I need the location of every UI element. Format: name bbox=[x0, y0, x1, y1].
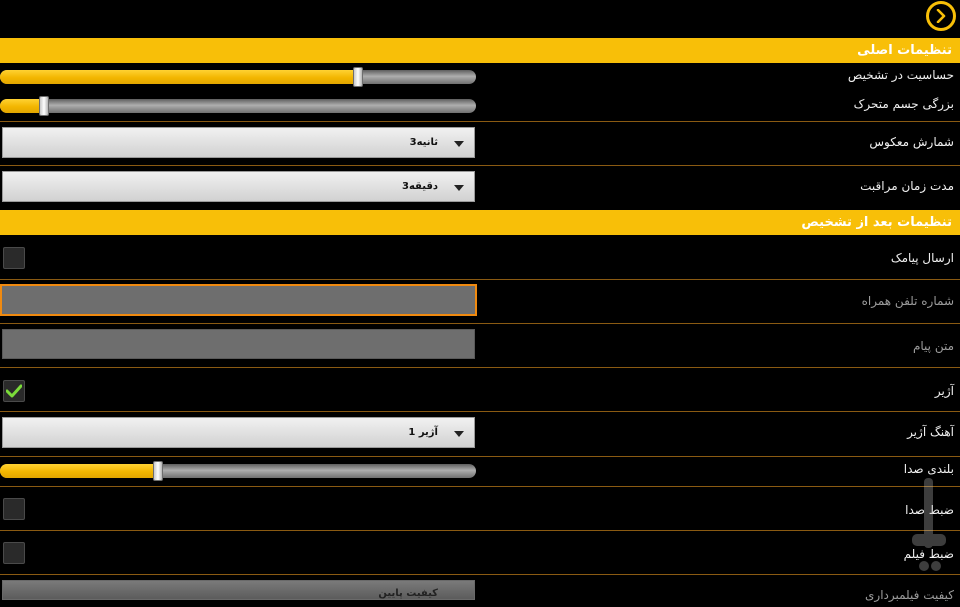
sensitivity-label: حساسیت در تشخیص bbox=[847, 68, 954, 82]
divider bbox=[0, 574, 960, 575]
guard-duration-value: 3دقیقه bbox=[402, 181, 438, 192]
store-logo-icon bbox=[912, 478, 946, 571]
divider bbox=[0, 411, 960, 412]
dropdown-arrow-icon bbox=[454, 431, 464, 437]
slider-thumb[interactable] bbox=[353, 67, 363, 87]
guard-duration-select[interactable]: 3دقیقه bbox=[2, 171, 475, 202]
divider bbox=[0, 367, 960, 368]
divider bbox=[0, 456, 960, 457]
video-quality-value: کیفیت پایین bbox=[378, 588, 438, 599]
message-text-label: متن پیام bbox=[912, 339, 954, 353]
video-quality-select[interactable]: کیفیت پایین bbox=[2, 580, 475, 600]
guard-duration-label: مدت زمان مراقبت bbox=[860, 179, 954, 193]
sensitivity-slider[interactable] bbox=[0, 67, 476, 87]
siren-label: آژیر bbox=[934, 384, 954, 398]
countdown-label: شمارش معکوس bbox=[869, 135, 954, 149]
phone-number-field[interactable] bbox=[0, 284, 477, 316]
object-size-label: بزرگی جسم متحرک bbox=[853, 97, 954, 111]
record-video-checkbox[interactable] bbox=[3, 542, 25, 564]
phone-number-label: شماره تلفن همراه bbox=[861, 294, 954, 308]
volume-slider[interactable] bbox=[0, 461, 476, 481]
send-sms-label: ارسال پیامک bbox=[890, 251, 954, 265]
checkmark-icon bbox=[6, 384, 22, 398]
countdown-value: 3ثانیه bbox=[409, 137, 438, 148]
record-audio-checkbox[interactable] bbox=[3, 498, 25, 520]
divider bbox=[0, 165, 960, 166]
slider-thumb[interactable] bbox=[39, 96, 49, 116]
slider-thumb[interactable] bbox=[153, 461, 163, 481]
top-bar bbox=[0, 0, 960, 38]
divider bbox=[0, 279, 960, 280]
chevron-right-icon bbox=[936, 9, 946, 23]
siren-tone-label: آهنگ آژیر bbox=[907, 425, 954, 439]
section-header-main: تنظیمات اصلی bbox=[0, 38, 960, 63]
phone-number-input[interactable] bbox=[2, 286, 475, 314]
send-sms-checkbox[interactable] bbox=[3, 247, 25, 269]
siren-tone-select[interactable]: آژیر 1 bbox=[2, 417, 475, 448]
back-button[interactable] bbox=[926, 1, 956, 31]
divider bbox=[0, 486, 960, 487]
divider bbox=[0, 323, 960, 324]
section-header-after-detection: تنظیمات بعد از تشخیص bbox=[0, 210, 960, 235]
divider bbox=[0, 530, 960, 531]
dropdown-arrow-icon bbox=[454, 141, 464, 147]
object-size-slider[interactable] bbox=[0, 96, 476, 116]
volume-label: بلندی صدا bbox=[903, 462, 954, 476]
countdown-select[interactable]: 3ثانیه bbox=[2, 127, 475, 158]
siren-tone-value: آژیر 1 bbox=[408, 427, 438, 438]
slider-fill bbox=[0, 70, 357, 84]
divider bbox=[0, 121, 960, 122]
message-text-field[interactable] bbox=[2, 329, 475, 359]
slider-fill bbox=[0, 99, 43, 113]
slider-fill bbox=[0, 464, 157, 478]
siren-checkbox[interactable] bbox=[3, 380, 25, 402]
dropdown-arrow-icon bbox=[454, 185, 464, 191]
message-text-input[interactable] bbox=[3, 330, 474, 358]
